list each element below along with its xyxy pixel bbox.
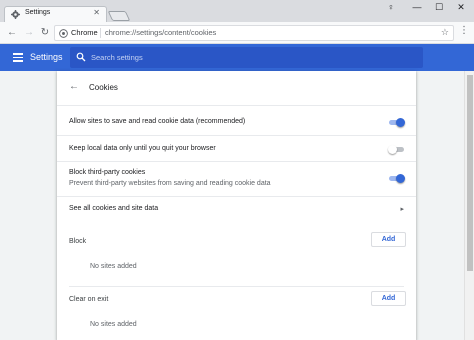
clear-on-exit-empty-text: No sites added <box>90 321 137 328</box>
settings-header: Settings Search settings <box>0 44 474 71</box>
block-third-party-toggle[interactable] <box>389 174 405 183</box>
clear-on-exit-add-button[interactable]: Add <box>371 291 406 306</box>
address-bar[interactable]: Chrome chrome://settings/content/cookies… <box>54 25 454 41</box>
see-all-label: See all cookies and site data <box>69 205 159 212</box>
browser-menu-icon[interactable]: ⋮ <box>459 26 469 36</box>
scrollbar-thumb[interactable] <box>467 75 473 271</box>
reload-button[interactable]: ↻ <box>38 25 52 39</box>
setting-row-block-third-party[interactable]: Block third-party cookies Prevent third-… <box>57 161 416 196</box>
close-window-button[interactable]: ✕ <box>448 0 474 14</box>
setting-sublabel: Prevent third-party websites from saving… <box>69 180 271 187</box>
cookies-card: ← Cookies Allow sites to save and read c… <box>57 71 416 340</box>
back-button[interactable]: ← <box>5 25 19 39</box>
allow-cookies-toggle[interactable] <box>389 118 405 127</box>
chevron-right-icon: ▸ <box>400 206 404 213</box>
tab-settings[interactable]: Settings ✕ <box>4 6 107 22</box>
section-divider <box>69 286 404 287</box>
gear-icon <box>11 10 20 19</box>
search-placeholder: Search settings <box>91 53 143 62</box>
clear-on-exit-section-label: Clear on exit <box>69 296 109 303</box>
page-scrollbar[interactable] <box>464 71 474 340</box>
browser-toolbar: ← → ↻ Chrome chrome://settings/content/c… <box>0 22 474 44</box>
setting-label: Keep local data only until you quit your… <box>69 145 216 152</box>
subpage-header: ← Cookies <box>57 71 416 105</box>
search-icon <box>76 52 86 62</box>
block-section-label: Block <box>69 238 87 245</box>
settings-title: Settings <box>30 52 63 62</box>
menu-icon[interactable] <box>13 53 23 62</box>
setting-row-allow-cookies[interactable]: Allow sites to save and read cookie data… <box>57 105 416 135</box>
see-all-cookies-link[interactable]: See all cookies and site data ▸ <box>57 196 416 220</box>
block-empty-text: No sites added <box>90 263 137 270</box>
tab-title: Settings <box>25 9 51 16</box>
page-title: Cookies <box>89 83 118 92</box>
block-add-button[interactable]: Add <box>371 232 406 247</box>
bookmark-star-icon[interactable]: ☆ <box>441 27 449 38</box>
search-input[interactable]: Search settings <box>70 47 423 68</box>
tab-close-icon[interactable]: ✕ <box>93 8 100 17</box>
site-chip-label: Chrome <box>71 28 98 37</box>
new-tab-button[interactable] <box>107 11 131 21</box>
back-arrow-icon[interactable]: ← <box>69 81 79 92</box>
title-bar: Settings ✕ ♀ — ☐ ✕ <box>0 0 474 22</box>
chrome-site-icon <box>59 29 68 38</box>
setting-label: Allow sites to save and read cookie data… <box>69 118 246 125</box>
url-text[interactable]: chrome://settings/content/cookies <box>105 28 216 37</box>
forward-button[interactable]: → <box>22 25 36 39</box>
setting-label: Block third-party cookies <box>69 169 146 176</box>
setting-row-keep-local[interactable]: Keep local data only until you quit your… <box>57 135 416 161</box>
profile-icon[interactable]: ♀ <box>378 0 404 14</box>
chip-divider <box>100 28 101 38</box>
keep-local-toggle[interactable] <box>388 145 404 154</box>
